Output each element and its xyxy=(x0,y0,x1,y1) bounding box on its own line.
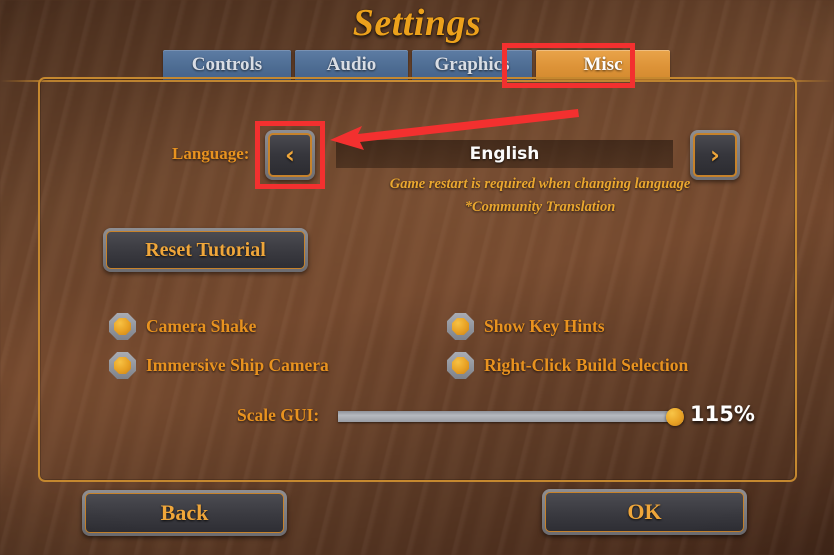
scale-gui-slider-handle[interactable] xyxy=(666,408,684,426)
checkbox-icon[interactable] xyxy=(109,313,136,340)
checkbox-icon[interactable] xyxy=(109,352,136,379)
checkbox-row-camera-shake[interactable]: Camera Shake xyxy=(109,313,256,340)
scale-gui-value: 115% xyxy=(690,402,755,426)
reset-tutorial-label: Reset Tutorial xyxy=(106,231,305,269)
language-previous-button[interactable]: ‹ xyxy=(265,130,315,180)
tab-controls[interactable]: Controls xyxy=(163,50,291,80)
page-title: Settings xyxy=(352,2,482,44)
settings-tab-bar: Controls Audio Graphics Misc xyxy=(163,50,683,80)
checkbox-row-show-key-hints[interactable]: Show Key Hints xyxy=(447,313,605,340)
language-label: Language: xyxy=(172,144,250,163)
ok-button[interactable]: OK xyxy=(542,489,747,535)
checkbox-icon[interactable] xyxy=(447,352,474,379)
checkbox-row-immersive-ship-camera[interactable]: Immersive Ship Camera xyxy=(109,352,329,379)
tab-audio[interactable]: Audio xyxy=(295,50,408,80)
checkbox-row-right-click-build-selection[interactable]: Right-Click Build Selection xyxy=(447,352,688,379)
checkbox-label: Immersive Ship Camera xyxy=(146,355,329,375)
checkbox-label: Show Key Hints xyxy=(484,316,605,336)
scale-gui-slider-track[interactable] xyxy=(338,411,683,422)
language-restart-note: Game restart is required when changing l… xyxy=(389,176,691,192)
reset-tutorial-button[interactable]: Reset Tutorial xyxy=(103,228,308,272)
language-value[interactable]: English xyxy=(336,140,673,168)
language-next-button[interactable]: › xyxy=(690,130,740,180)
language-community-note: *Community Translation xyxy=(464,199,616,215)
tab-graphics[interactable]: Graphics xyxy=(412,50,532,80)
ok-button-label: OK xyxy=(545,492,744,532)
back-button-label: Back xyxy=(85,493,284,533)
checkbox-label: Camera Shake xyxy=(146,316,257,336)
chevron-left-icon: ‹ xyxy=(268,133,312,177)
scale-gui-label: Scale GUI: xyxy=(237,405,320,425)
back-button[interactable]: Back xyxy=(82,490,287,536)
tab-misc[interactable]: Misc xyxy=(536,50,670,80)
chevron-right-icon: › xyxy=(693,133,737,177)
checkbox-icon[interactable] xyxy=(447,313,474,340)
checkbox-label: Right-Click Build Selection xyxy=(484,355,689,375)
